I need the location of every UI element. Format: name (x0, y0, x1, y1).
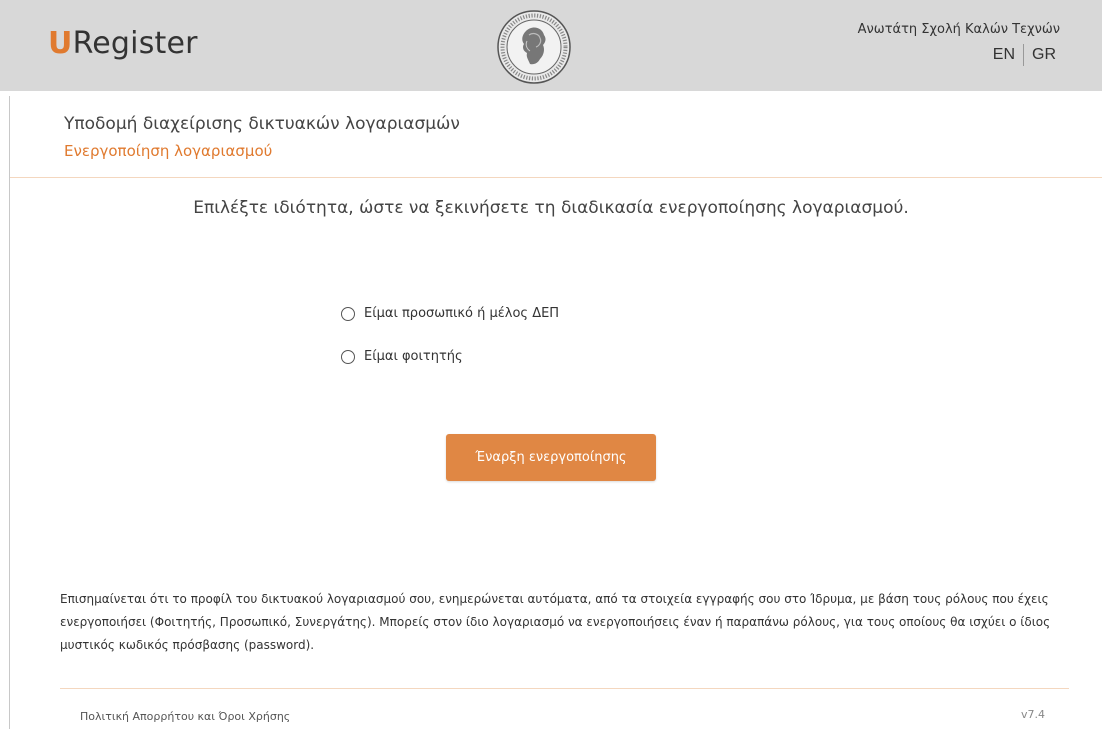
selection-prompt: Επιλέξτε ιδιότητα, ώστε να ξεκινήσετε τη… (193, 198, 909, 218)
privacy-policy-link[interactable]: Πολιτική Απορρήτου και Όροι Χρήσης (80, 710, 290, 723)
lang-en-link[interactable]: EN (985, 46, 1023, 64)
profile-notice: Επισημαίνεται ότι το προφίλ του δικτυακο… (60, 592, 1051, 652)
option-student[interactable]: Είμαι φοιτητής (341, 349, 463, 364)
language-switcher: EN GR (985, 44, 1064, 66)
university-seal-icon (497, 10, 571, 84)
institution-name: Ανωτάτη Σχολή Καλών Τεχνών (857, 22, 1060, 37)
page-title: Υποδομή διαχείρισης δικτυακών λογαριασμώ… (64, 114, 460, 134)
lang-gr-link[interactable]: GR (1024, 46, 1064, 64)
option-student-label: Είμαι φοιτητής (364, 349, 463, 364)
top-header: URegister Ανωτάτη Σχολή Καλών Τεχνών EN … (0, 0, 1102, 91)
radio-staff[interactable] (341, 306, 355, 321)
header-divider (10, 177, 1102, 178)
footer-divider (60, 688, 1069, 689)
uregister-logo[interactable]: URegister (48, 26, 198, 61)
logo-text: Register (72, 26, 198, 61)
start-activation-button[interactable]: Έναρξη ενεργοποίησης (446, 434, 656, 481)
option-staff-label: Είμαι προσωπικό ή μέλος ΔΕΠ (364, 306, 560, 321)
radio-student[interactable] (341, 349, 355, 364)
option-staff[interactable]: Είμαι προσωπικό ή μέλος ΔΕΠ (341, 306, 559, 321)
version-label: v7.4 (1020, 708, 1045, 721)
page-subtitle: Ενεργοποίηση λογαριασμού (64, 142, 273, 160)
left-border (9, 96, 10, 729)
logo-u: U (48, 26, 73, 61)
